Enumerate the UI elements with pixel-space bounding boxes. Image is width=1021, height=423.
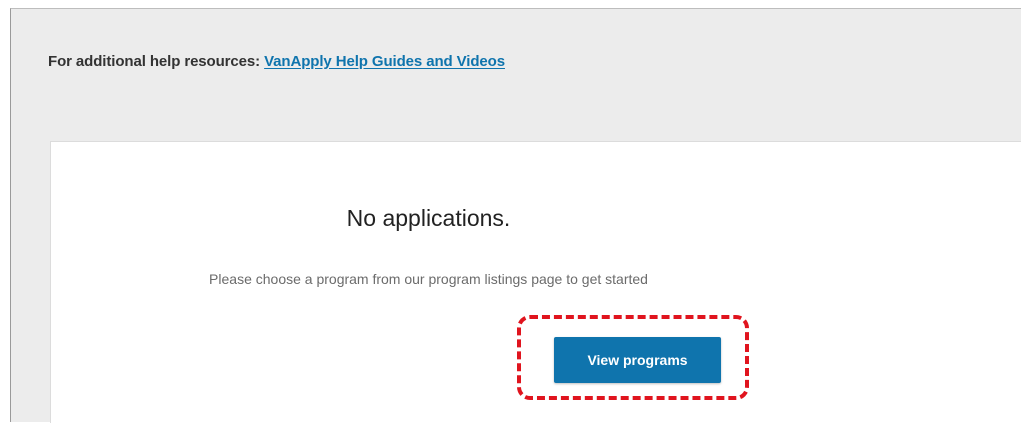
empty-state-title: No applications. bbox=[346, 205, 511, 231]
main-content-panel: For additional help resources: VanApply … bbox=[10, 8, 1021, 423]
view-programs-button[interactable]: View programs bbox=[554, 337, 721, 383]
help-resources-line: For additional help resources: VanApply … bbox=[48, 53, 505, 70]
empty-state-subtitle: Please choose a program from our program… bbox=[209, 271, 648, 287]
help-resources-prefix: For additional help resources: bbox=[48, 53, 265, 70]
help-guides-link[interactable]: VanApply Help Guides and Videos bbox=[264, 53, 505, 70]
